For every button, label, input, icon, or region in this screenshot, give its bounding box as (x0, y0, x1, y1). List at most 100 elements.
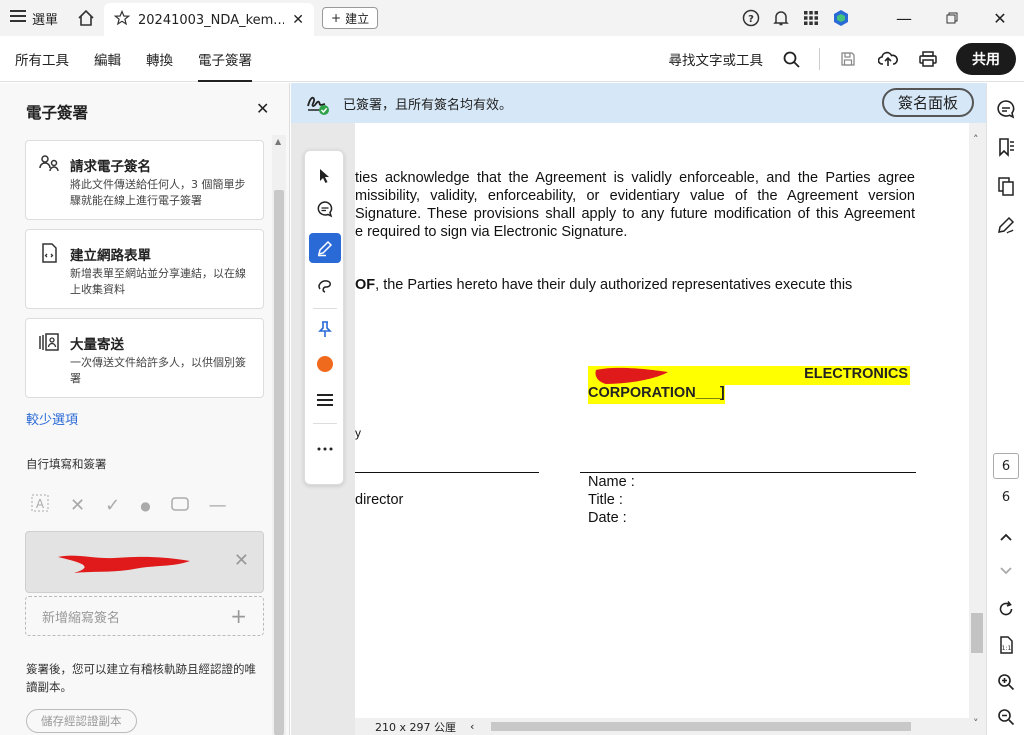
fill-and-sign-heading: 自行填寫和簽署 (26, 457, 107, 471)
tool-divider (313, 308, 337, 309)
apps-grid-icon[interactable] (796, 0, 826, 36)
save-icon[interactable] (830, 41, 866, 77)
redacted-signature-image (58, 555, 190, 573)
print-icon[interactable] (910, 41, 946, 77)
title-bar: 選單 20241003_NDA_kem... ✕ + 建立 ? — ✕ (0, 0, 1024, 37)
card-title: 大量寄送 (70, 337, 124, 353)
rotate-icon[interactable] (994, 597, 1018, 621)
web-form-card[interactable]: 建立網路表單 新增表單至網站並分享連結，以在線上收集資料 (25, 229, 264, 309)
close-tab-icon[interactable]: ✕ (292, 12, 304, 28)
request-signature-card[interactable]: 請求電子簽名 將此文件傳送給任何人，3 個簡單步驟就能在線上進行電子簽署 (25, 140, 264, 220)
freehand-draw-icon[interactable] (309, 271, 341, 301)
star-icon[interactable] (113, 9, 131, 30)
cross-mark-icon[interactable]: ✕ (70, 495, 85, 516)
close-panel-icon[interactable]: ✕ (256, 99, 269, 118)
next-page-icon[interactable] (994, 559, 1018, 583)
saved-signature[interactable]: ✕ (25, 531, 264, 593)
menu-convert[interactable]: 轉換 (146, 36, 173, 82)
account-avatar-icon[interactable] (826, 0, 856, 36)
company-name-field[interactable]: ELECTRONICS CORPORATION___] (588, 366, 910, 404)
horizontal-scroll-thumb[interactable] (491, 722, 911, 731)
scroll-left-icon[interactable]: ‹ (470, 720, 474, 733)
dot-icon[interactable]: ● (140, 499, 150, 513)
doc-text-line: missibility, validity, enforceability, o… (355, 188, 915, 204)
scroll-down-icon[interactable]: ˅ (973, 717, 979, 730)
add-initials-label: 新增縮寫簽名 (42, 610, 121, 626)
document-scrollbar[interactable]: ˄ ˅ (969, 123, 986, 735)
line-icon[interactable]: — (209, 495, 227, 516)
menu-bar: 所有工具 編輯 轉換 電子簽署 尋找文字或工具 共用 (0, 36, 1024, 82)
cloud-upload-icon[interactable] (870, 41, 906, 77)
scroll-thumb[interactable] (971, 613, 983, 653)
quick-tools-strip (304, 150, 344, 485)
zoom-in-icon[interactable] (994, 670, 1018, 694)
color-picker-icon[interactable] (309, 349, 341, 379)
bulk-send-card[interactable]: 大量寄送 一次傳送文件給許多人，以供個別簽署 (25, 318, 264, 398)
witness-clause-text: , the Parties hereto have their duly aut… (375, 277, 853, 293)
card-title: 建立網路表單 (70, 248, 151, 264)
rectangle-icon[interactable] (170, 495, 189, 516)
document-page: ties acknowledge that the Agreement is v… (355, 123, 969, 723)
highlight-pen-icon[interactable] (309, 233, 341, 263)
app-menu-label: 選單 (32, 12, 59, 28)
close-window-icon[interactable]: ✕ (976, 0, 1024, 36)
tool-divider (313, 423, 337, 424)
fill-sign-panel-icon[interactable] (994, 213, 1018, 237)
previous-page-icon[interactable] (994, 525, 1018, 549)
comment-panel-icon[interactable] (994, 97, 1018, 121)
more-tools-icon[interactable] (309, 434, 341, 464)
doc-text-line: Signature. These provisions shall apply … (355, 206, 915, 222)
scroll-up-icon[interactable]: ▲ (275, 137, 281, 146)
save-certified-copy-button[interactable]: 儲存經認證副本 (26, 709, 137, 733)
tab-title: 20241003_NDA_kem... (138, 12, 285, 28)
signed-valid-icon (307, 96, 329, 115)
line-weight-icon[interactable] (309, 385, 341, 415)
page-fit-icon[interactable]: 1:1 (994, 633, 1018, 657)
notification-bell-icon[interactable] (766, 0, 796, 36)
add-initials-button[interactable]: 新增縮寫簽名 + (25, 596, 264, 636)
pages-panel-icon[interactable] (994, 174, 1018, 198)
share-button[interactable]: 共用 (956, 43, 1016, 75)
current-page-input[interactable]: 6 (993, 453, 1019, 479)
comment-icon[interactable] (309, 194, 341, 224)
page-size-label: 210 x 297 公厘 (375, 720, 456, 734)
minimize-icon[interactable]: — (880, 0, 928, 36)
zoom-out-icon[interactable] (994, 705, 1018, 729)
restore-icon[interactable] (928, 0, 976, 36)
document-viewer: 已簽署，且所有簽名均有效。 簽名面板 ties acknowledge that… (291, 83, 986, 735)
panel-title: 電子簽署 (26, 104, 89, 122)
redacted-company-prefix (595, 367, 668, 384)
certified-copy-note: 簽署後，您可以建立有稽核軌跡且經認證的唯讀副本。 (26, 662, 256, 694)
new-tab-label: 建立 (345, 11, 370, 26)
witness-clause-bold: OF (355, 277, 376, 293)
menu-all-tools[interactable]: 所有工具 (15, 36, 69, 82)
checkmark-icon[interactable]: ✓ (105, 495, 120, 516)
bookmark-panel-icon[interactable] (994, 135, 1018, 159)
home-icon[interactable] (68, 0, 104, 36)
card-description: 新增表單至網站並分享連結，以在線上收集資料 (70, 267, 246, 296)
app-menu-button[interactable]: 選單 (0, 0, 68, 36)
menu-e-sign[interactable]: 電子簽署 (198, 36, 252, 82)
fewer-options-link[interactable]: 較少選項 (26, 409, 78, 428)
new-tab-button[interactable]: + 建立 (322, 7, 379, 29)
help-icon[interactable]: ? (736, 0, 766, 36)
company-name-line2: CORPORATION___] (588, 385, 725, 404)
panel-scrollbar[interactable]: ▲ (272, 135, 286, 735)
scroll-up-icon[interactable]: ˄ (973, 133, 979, 146)
find-text-or-tools[interactable]: 尋找文字或工具 (669, 49, 764, 69)
card-description: 一次傳送文件給許多人，以供個別簽署 (70, 356, 246, 385)
banner-text: 已簽署，且所有簽名均有效。 (343, 97, 513, 113)
delete-signature-icon[interactable]: ✕ (234, 550, 249, 571)
add-text-icon[interactable]: A (30, 493, 50, 518)
signature-panel-button[interactable]: 簽名面板 (881, 88, 974, 117)
witness-clause: OF, the Parties hereto have their duly a… (355, 277, 852, 293)
document-tab[interactable]: 20241003_NDA_kem... ✕ (104, 3, 315, 37)
hamburger-icon (10, 9, 26, 27)
title-label: Title : (588, 492, 623, 508)
select-cursor-icon[interactable] (309, 161, 341, 191)
scroll-thumb[interactable] (274, 190, 284, 735)
search-icon[interactable] (773, 41, 809, 77)
request-signature-icon (38, 153, 60, 175)
pin-icon[interactable] (309, 314, 341, 344)
menu-edit[interactable]: 編輯 (94, 36, 121, 82)
